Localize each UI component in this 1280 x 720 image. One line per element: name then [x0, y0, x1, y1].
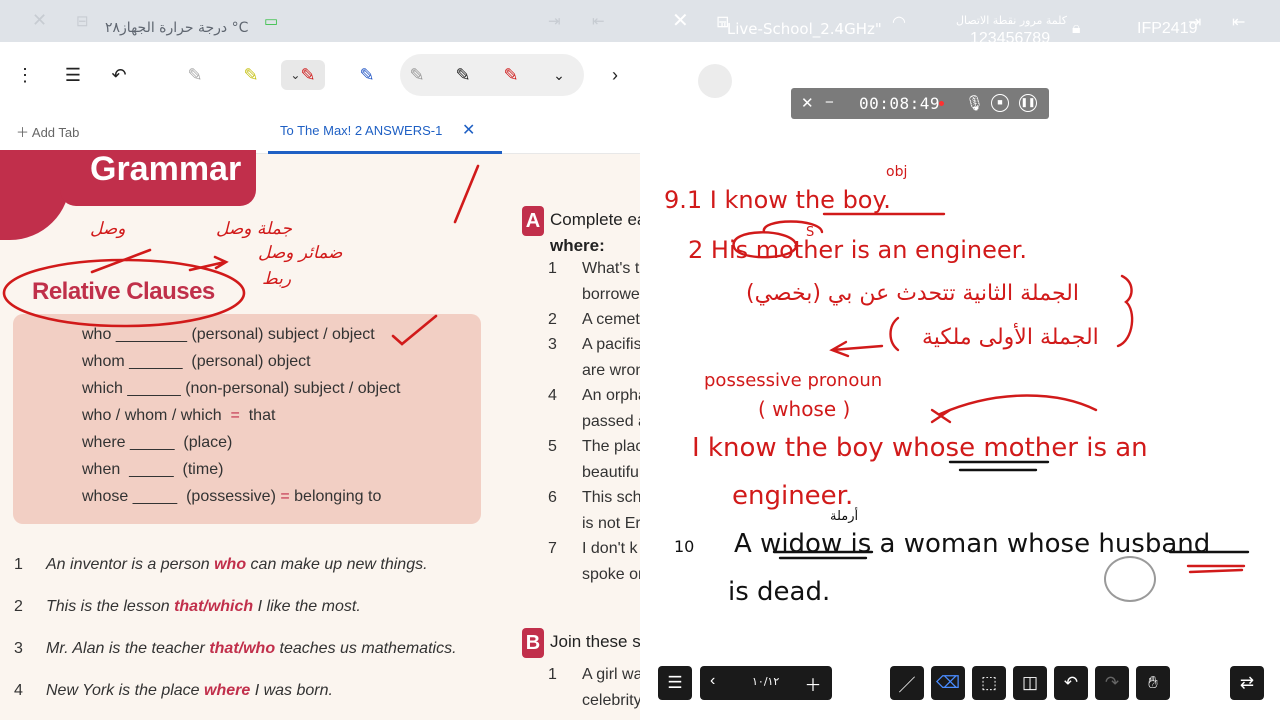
- arrow-annotation: [90, 248, 152, 274]
- line-annotation: [453, 164, 480, 224]
- split-icon[interactable]: ⇥: [548, 12, 561, 30]
- note-line: ( whose ): [758, 397, 850, 421]
- document-page: Grammar Relative Clauses who ________ (p…: [0, 150, 640, 720]
- note-line: S: [806, 225, 814, 240]
- arabic-note: الجملة الأولى ملكية: [922, 323, 1099, 350]
- section-title: Grammar: [90, 150, 242, 188]
- device-temperature: درجة حرارة الجهاز٢٨ °C: [105, 20, 249, 36]
- red-marker-icon[interactable]: ✎: [496, 60, 526, 90]
- shape-tool-icon[interactable]: ◫: [1013, 666, 1047, 700]
- eraser-tool-icon[interactable]: ⌫: [931, 666, 965, 700]
- rule-row: which ______ (non-personal) subject / ob…: [82, 380, 401, 397]
- note-line: 2 His mother is an engineer.: [688, 236, 1027, 264]
- arrow-annotation: [829, 340, 884, 358]
- redo-icon[interactable]: ↷: [1095, 666, 1129, 700]
- note-line: possessive pronoun: [704, 370, 882, 391]
- tab-label: To The Max! 2 ANSWERS-1: [280, 123, 443, 138]
- undo-icon[interactable]: ↶: [1054, 666, 1088, 700]
- chevron-down-icon[interactable]: ⌄: [544, 60, 574, 90]
- section-badge: A: [522, 206, 544, 236]
- red-pen-icon[interactable]: ⌄ ✎: [281, 60, 325, 90]
- whiteboard-pane: ✕ ⊟ "Live-School_2.4GHz" ◠ كلمة مرور نقط…: [640, 0, 1280, 720]
- select-tool-icon[interactable]: ⬚: [972, 666, 1006, 700]
- prev-page-icon[interactable]: ‹: [710, 672, 715, 690]
- add-tab-button[interactable]: ＋ Add Tab: [16, 122, 79, 141]
- battery-icon: ▭: [264, 13, 279, 30]
- blue-pen-icon[interactable]: ✎: [352, 60, 382, 90]
- menu-icon[interactable]: ☰: [658, 666, 692, 700]
- arabic-note: وصل: [90, 219, 126, 239]
- plus-icon: ＋: [16, 125, 32, 140]
- collapse-icon[interactable]: ⊟: [76, 12, 89, 30]
- cross-annotation: [930, 408, 952, 424]
- tab-answers[interactable]: To The Max! 2 ANSWERS-1 ✕: [268, 108, 502, 154]
- rule-row: who ________ (personal) subject / object: [82, 326, 375, 343]
- pen-tool-icon[interactable]: ／: [890, 666, 924, 700]
- arrow-annotation: [938, 394, 1098, 416]
- underline: [948, 460, 1050, 472]
- brace-annotation: [889, 316, 900, 352]
- annotation-toolbar: ⋮ ☰ ↶ ✎ ✎ ⌄ ✎ ✎ ✎ ✎ ✎ ⌄ ›: [0, 42, 640, 108]
- eraser-cursor: [1104, 556, 1156, 602]
- arabic-note: جملة وصل: [216, 219, 292, 239]
- eraser-pen-icon[interactable]: ✎: [402, 60, 432, 90]
- note-line: 10: [674, 537, 694, 556]
- arabic-note: أرملة: [830, 507, 858, 524]
- hand-tool-icon[interactable]: ✋︎: [1136, 666, 1170, 700]
- arabic-note: الجملة الثانية تتحدث عن بي (بخصي): [746, 281, 1079, 306]
- note-line: A widow is a woman whose husband: [734, 529, 1210, 559]
- rule-row: when _____ (time): [82, 461, 224, 478]
- brace-annotation: [1116, 274, 1134, 348]
- close-icon[interactable]: ✕: [32, 10, 47, 31]
- more-icon[interactable]: ⋮: [10, 60, 40, 90]
- rule-row: whom ______ (personal) object: [82, 353, 311, 370]
- rule-row: who / whom / which = that: [82, 407, 276, 424]
- note-line: engineer.: [732, 481, 853, 511]
- arrow-annotation: [188, 255, 229, 272]
- arabic-note: ربط: [262, 269, 292, 289]
- subtitle: Relative Clauses: [32, 278, 215, 305]
- whiteboard-ink: 9.1 I know the boy. obj 2 His mother is …: [664, 164, 1250, 607]
- arabic-note: ضمائر وصل: [258, 243, 343, 263]
- undo-icon[interactable]: ↶: [104, 60, 134, 90]
- note-line: obj: [886, 164, 907, 180]
- whiteboard-toolbar: ☰ ‹ ١٠/١٢ › ＋ ／ ⌫ ⬚ ◫ ↶ ↷ ✋︎ ⇄: [640, 666, 1280, 710]
- chevron-right-icon[interactable]: ›: [600, 60, 630, 90]
- pencil-icon[interactable]: ✎: [180, 60, 210, 90]
- swap-icon[interactable]: ⇄: [1230, 666, 1264, 700]
- add-page-icon[interactable]: ＋: [796, 666, 830, 700]
- black-pen-icon[interactable]: ✎: [448, 60, 478, 90]
- note-line: is dead.: [728, 577, 830, 607]
- page-number: ١٠/١٢: [752, 675, 780, 688]
- tab-bar: ＋ Add Tab To The Max! 2 ANSWERS-1 ✕: [0, 108, 640, 154]
- underline: [1186, 564, 1246, 574]
- close-tab-icon[interactable]: ✕: [462, 120, 475, 140]
- pen-presets: ✎ ✎ ✎ ⌄: [400, 54, 584, 96]
- pdf-reader-pane: ✕ ⊟ درجة حرارة الجهاز٢٨ °C ▭ ⇥ ⇤ ⋮ ☰ ↶ ✎…: [0, 0, 640, 720]
- line-weight-icon[interactable]: ☰: [58, 60, 88, 90]
- status-bar: ✕ ⊟ درجة حرارة الجهاز٢٨ °C ▭ ⇥ ⇤: [0, 0, 640, 42]
- grammar-banner: Grammar: [60, 150, 256, 206]
- screen: ✕ ⊟ درجة حرارة الجهاز٢٨ °C ▭ ⇥ ⇤ ⋮ ☰ ↶ ✎…: [0, 0, 1280, 720]
- note-line: I know the boy whose mother is an: [692, 433, 1148, 463]
- highlighter-icon[interactable]: ✎: [236, 60, 266, 90]
- rule-row: where _____ (place): [82, 434, 233, 451]
- note-line: 9.1 I know the boy.: [664, 186, 891, 214]
- back-icon[interactable]: ⇤: [592, 12, 605, 30]
- rule-row: whose _____ (possessive) = belonging to: [82, 488, 382, 505]
- section-badge: B: [522, 628, 544, 658]
